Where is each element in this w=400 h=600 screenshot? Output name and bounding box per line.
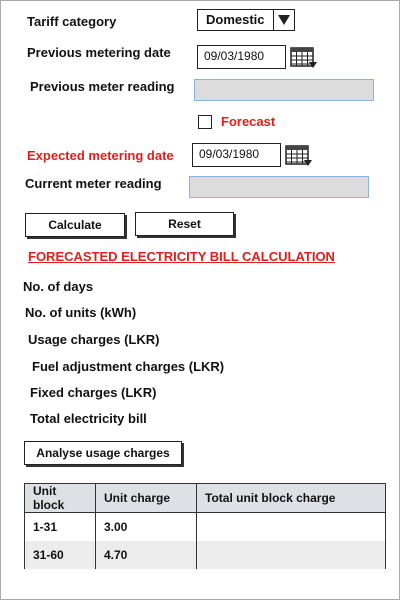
table-header-total-unit-block-charge: Total unit block charge (196, 483, 386, 513)
table-cell-unit-block: 1-31 (24, 512, 96, 541)
previous-meter-reading-label: Previous meter reading (30, 79, 175, 94)
unit-block-table: Unit block Unit charge Total unit block … (24, 483, 386, 569)
calculate-button[interactable]: Calculate (25, 213, 125, 237)
calendar-icon[interactable] (290, 46, 318, 73)
analyse-usage-charges-button[interactable]: Analyse usage charges (24, 441, 182, 465)
triangle-down-icon[interactable] (272, 10, 294, 30)
forecast-section-title: FORECASTED ELECTRICITY BILL CALCULATION (28, 249, 335, 264)
table-row[interactable]: 31-60 4.70 (24, 541, 386, 569)
fuel-adjustment-charges-label: Fuel adjustment charges (LKR) (32, 359, 225, 374)
current-meter-reading-label: Current meter reading (25, 176, 162, 191)
forecast-checkbox[interactable] (198, 115, 212, 129)
tariff-category-label: Tariff category (27, 14, 117, 29)
previous-metering-date-field[interactable]: 09/03/1980 (197, 45, 286, 69)
reset-button[interactable]: Reset (135, 212, 234, 236)
table-cell-unit-block: 31-60 (24, 541, 96, 569)
tariff-category-value: Domestic (206, 12, 265, 27)
current-meter-reading-input[interactable] (189, 176, 369, 198)
previous-meter-reading-input[interactable] (194, 79, 374, 101)
no-of-units-label: No. of units (kWh) (25, 305, 137, 320)
tariff-category-select[interactable]: Domestic (197, 9, 295, 31)
table-cell-total (196, 541, 386, 569)
no-of-days-label: No. of days (23, 279, 94, 294)
table-header-unit-block: Unit block (24, 483, 96, 513)
calendar-icon[interactable] (285, 144, 313, 171)
forecast-label[interactable]: Forecast (221, 114, 275, 129)
table-cell-unit-charge: 4.70 (95, 541, 197, 569)
usage-charges-label: Usage charges (LKR) (28, 332, 160, 347)
table-header-unit-charge: Unit charge (95, 483, 197, 513)
fixed-charges-label: Fixed charges (LKR) (30, 385, 157, 400)
table-cell-unit-charge: 3.00 (95, 512, 197, 541)
total-electricity-bill-label: Total electricity bill (30, 411, 147, 426)
bill-calculator-window: Tariff category Domestic Previous meteri… (0, 0, 400, 600)
table-cell-total (196, 512, 386, 541)
table-row[interactable]: 1-31 3.00 (24, 512, 386, 541)
expected-metering-date-field[interactable]: 09/03/1980 (192, 143, 281, 167)
expected-metering-date-label: Expected metering date (27, 148, 174, 163)
previous-metering-date-label: Previous metering date (27, 45, 171, 60)
